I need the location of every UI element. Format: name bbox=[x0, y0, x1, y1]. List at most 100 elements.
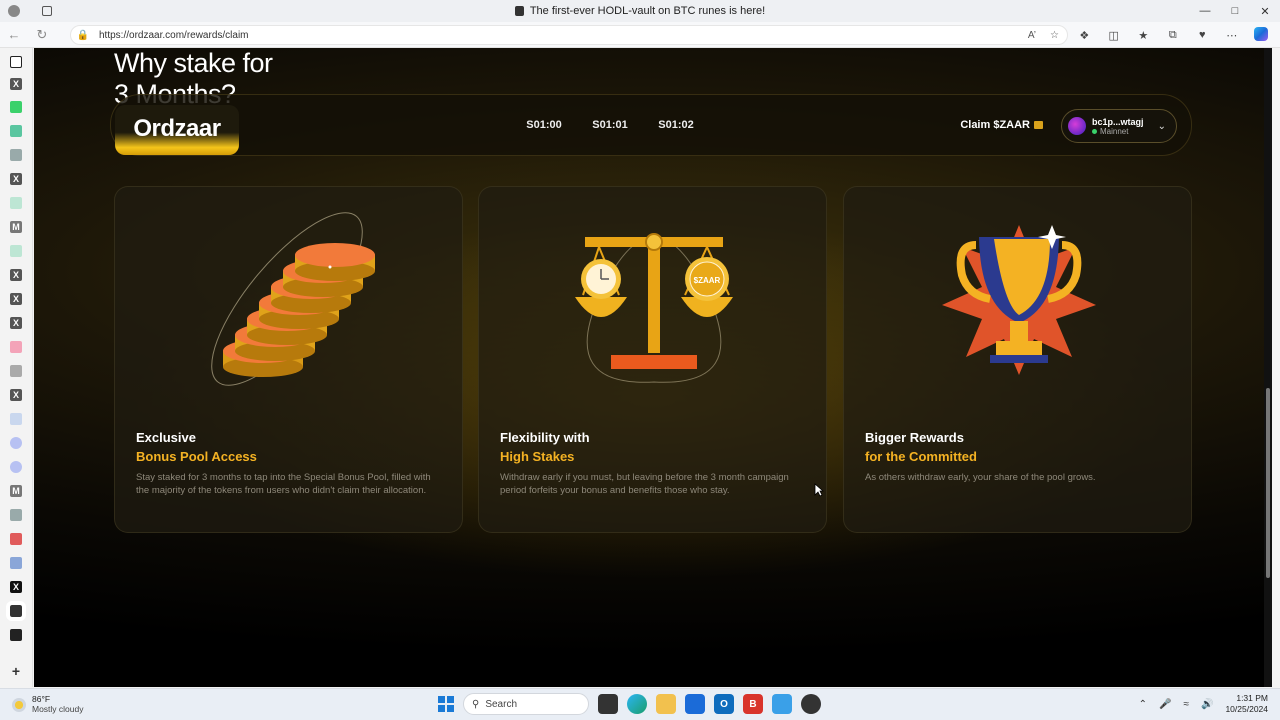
store-icon[interactable] bbox=[685, 694, 705, 714]
ordzaar-logo[interactable]: Ordzaar bbox=[115, 105, 239, 155]
x-tab-icon[interactable]: X bbox=[10, 269, 22, 281]
chevron-up-icon[interactable]: ⌃ bbox=[1139, 699, 1147, 710]
card-subtitle: High Stakes bbox=[500, 449, 575, 464]
logo-text: Ordzaar bbox=[133, 115, 221, 142]
back-button[interactable]: ← bbox=[0, 22, 28, 48]
search-placeholder: Search bbox=[485, 698, 518, 710]
green-app-tab-icon[interactable] bbox=[10, 101, 22, 113]
windows-taskbar: 86°F Mostly cloudy ⚲ Search O B ⌃ 🎤 ≈ 🔊 … bbox=[0, 688, 1280, 720]
shield-tab-icon[interactable] bbox=[10, 125, 22, 137]
x-tab-icon[interactable]: X bbox=[10, 173, 22, 185]
red-app-tab-icon[interactable] bbox=[10, 533, 22, 545]
card-description: Stay staked for 3 months to tap into the… bbox=[136, 472, 431, 496]
coin-stack-icon bbox=[211, 212, 375, 386]
wallet-dropdown[interactable]: bc1p...wtagj Mainnet ⌄ bbox=[1061, 109, 1177, 143]
clock[interactable]: 1:31 PM 10/25/2024 bbox=[1225, 693, 1268, 715]
microphone-icon[interactable]: 🎤 bbox=[1159, 699, 1171, 710]
x-tab-icon[interactable]: X bbox=[10, 581, 22, 593]
card-subtitle: Bonus Pool Access bbox=[136, 449, 257, 464]
file-explorer-icon[interactable] bbox=[656, 694, 676, 714]
split-screen-icon[interactable]: ◫ bbox=[1099, 29, 1129, 42]
benefit-card-bonus-pool: Exclusive Bonus Pool Access Stay staked … bbox=[114, 186, 463, 533]
start-button[interactable] bbox=[438, 696, 454, 712]
read-aloud-icon[interactable]: A’ bbox=[1028, 30, 1036, 41]
copilot-icon[interactable] bbox=[1247, 26, 1277, 44]
extensions-icon[interactable]: ❖ bbox=[1070, 29, 1100, 42]
wallet-avatar bbox=[1068, 117, 1086, 135]
brave-icon[interactable]: B bbox=[743, 694, 763, 714]
weather-widget[interactable]: 86°F Mostly cloudy bbox=[12, 694, 84, 715]
season-nav: S01:00 S01:01 S01:02 bbox=[511, 119, 709, 131]
claim-zaar-button[interactable]: Claim $ZAAR bbox=[960, 119, 1043, 131]
minimize-button[interactable]: — bbox=[1190, 0, 1220, 22]
nav-link-s01-00[interactable]: S01:00 bbox=[511, 119, 577, 131]
circle-tab-icon[interactable] bbox=[10, 437, 22, 449]
benefit-card-high-stakes: $ZAAR Flexibility with High Stakes Withd… bbox=[478, 186, 827, 533]
clock-time: 1:31 PM bbox=[1236, 693, 1268, 703]
v-tab-icon[interactable] bbox=[10, 341, 22, 353]
page-scrollbar[interactable] bbox=[1264, 48, 1272, 687]
lock-icon[interactable]: 🔒 bbox=[71, 30, 95, 41]
link-tab-icon[interactable] bbox=[10, 365, 22, 377]
chevron-down-icon[interactable]: ⌄ bbox=[1158, 121, 1166, 132]
profile-icon[interactable] bbox=[8, 5, 20, 17]
card-description: Withdraw early if you must, but leaving … bbox=[500, 472, 789, 496]
nav-link-s01-02[interactable]: S01:02 bbox=[643, 119, 709, 131]
tab-actions-icon[interactable] bbox=[42, 6, 52, 16]
tab-toggle-icon[interactable] bbox=[10, 56, 22, 68]
circle-tab-icon[interactable] bbox=[10, 461, 22, 473]
nav-link-s01-01[interactable]: S01:01 bbox=[577, 119, 643, 131]
system-tray: ⌃ 🎤 ≈ 🔊 1:31 PM 10/25/2024 bbox=[1139, 693, 1268, 715]
new-tab-icon[interactable]: + bbox=[10, 663, 22, 679]
address-bar[interactable]: 🔒 https://ordzaar.com/rewards/claim A’ ☆ bbox=[70, 25, 1068, 45]
card-title: Flexibility with bbox=[500, 430, 590, 445]
favorites-icon[interactable]: ★ bbox=[1129, 29, 1159, 42]
task-view-icon[interactable] bbox=[598, 694, 618, 714]
site-header: Ordzaar S01:00 S01:01 S01:02 Claim $ZAAR… bbox=[110, 94, 1192, 156]
x-tab-icon[interactable]: X bbox=[10, 78, 22, 90]
collections-icon[interactable]: ⧉ bbox=[1158, 29, 1188, 42]
heading-line-1: Why stake for bbox=[114, 48, 273, 78]
leaf-tab-icon[interactable] bbox=[10, 245, 22, 257]
outlook-icon[interactable]: O bbox=[714, 694, 734, 714]
card-subtitle: for the Committed bbox=[865, 449, 977, 464]
more-menu-icon[interactable]: ⋯ bbox=[1217, 29, 1247, 42]
temperature: 86°F bbox=[32, 694, 51, 704]
url-text[interactable]: https://ordzaar.com/rewards/claim bbox=[99, 30, 249, 41]
blue-app-tab-icon[interactable] bbox=[10, 557, 22, 569]
wifi-icon[interactable]: ≈ bbox=[1184, 699, 1190, 710]
app-icon[interactable] bbox=[801, 694, 821, 714]
balance-scale-icon: $ZAAR bbox=[575, 233, 733, 383]
zaar-coin-label: $ZAAR bbox=[694, 276, 721, 285]
weather-icon bbox=[12, 697, 26, 712]
card-title: Exclusive bbox=[136, 430, 196, 445]
favorite-star-icon[interactable]: ☆ bbox=[1050, 30, 1059, 41]
x-tab-icon[interactable]: X bbox=[10, 293, 22, 305]
leaf-tab-icon[interactable] bbox=[10, 197, 22, 209]
notepad-icon[interactable] bbox=[772, 694, 792, 714]
browser-title-bar: The first-ever HODL-vault on BTC runes i… bbox=[0, 0, 1280, 22]
edge-icon[interactable] bbox=[627, 694, 647, 714]
swap-tab-icon[interactable] bbox=[10, 413, 22, 425]
search-icon: ⚲ bbox=[472, 698, 480, 710]
x-tab-icon[interactable]: X bbox=[10, 389, 22, 401]
ghost-tab-icon[interactable] bbox=[10, 509, 22, 521]
m-tab-icon[interactable]: M bbox=[10, 485, 22, 497]
browser-essentials-icon[interactable]: ♥ bbox=[1188, 29, 1218, 41]
ghost-tab-icon[interactable] bbox=[10, 149, 22, 161]
mouse-cursor-icon bbox=[814, 483, 824, 497]
scrollbar-thumb[interactable] bbox=[1266, 388, 1270, 578]
tab-title[interactable]: The first-ever HODL-vault on BTC runes i… bbox=[530, 5, 765, 17]
network-label: Mainnet bbox=[1100, 126, 1129, 136]
maximize-button[interactable]: □ bbox=[1220, 0, 1250, 22]
refresh-button[interactable]: ↻ bbox=[28, 22, 56, 48]
web-page: Why stake for 3 Months? Ordzaar S01:00 S… bbox=[34, 48, 1272, 687]
taskbar-search[interactable]: ⚲ Search bbox=[463, 693, 589, 715]
volume-icon[interactable]: 🔊 bbox=[1201, 699, 1213, 710]
media-tab-icon[interactable] bbox=[10, 629, 22, 641]
m-tab-icon[interactable]: M bbox=[10, 221, 22, 233]
active-tab-icon[interactable] bbox=[6, 601, 26, 621]
close-window-button[interactable]: ✕ bbox=[1250, 0, 1280, 22]
card-title: Bigger Rewards bbox=[865, 430, 964, 445]
x-tab-icon[interactable]: X bbox=[10, 317, 22, 329]
